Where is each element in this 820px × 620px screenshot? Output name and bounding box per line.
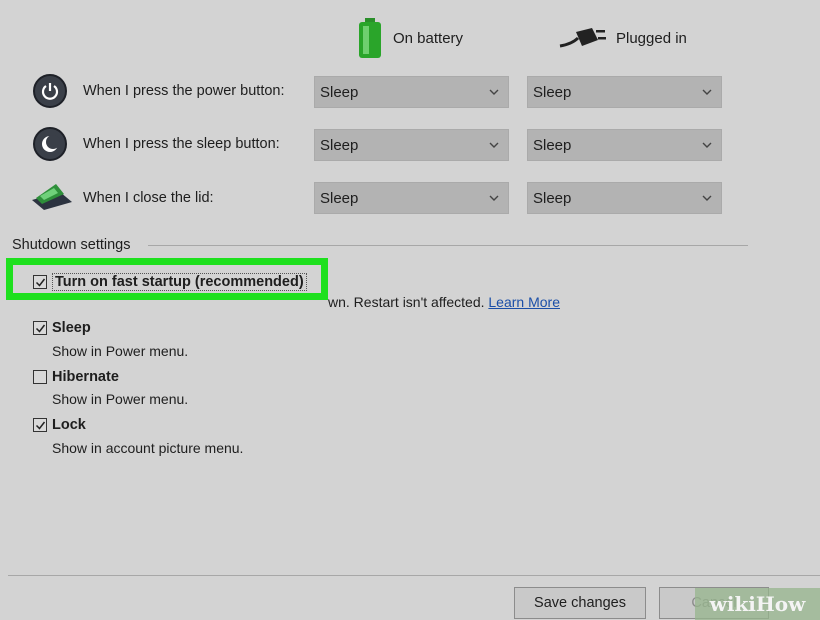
hibernate-label: Hibernate	[52, 369, 119, 385]
chevron-down-icon	[702, 195, 712, 201]
power-button-battery-select[interactable]: Sleep	[314, 76, 509, 108]
hibernate-option[interactable]: Hibernate	[33, 369, 119, 385]
fast-startup-desc-text: wn. Restart isn't affected.	[328, 294, 485, 310]
select-value: Sleep	[320, 136, 359, 154]
chevron-down-icon	[489, 142, 499, 148]
power-button-icon	[33, 74, 67, 108]
close-lid-label: When I close the lid:	[83, 190, 214, 206]
chevron-down-icon	[702, 142, 712, 148]
close-lid-battery-select[interactable]: Sleep	[314, 182, 509, 214]
shutdown-settings-heading: Shutdown settings	[12, 237, 131, 253]
select-value: Sleep	[320, 189, 359, 207]
plugged-in-header: Plugged in	[558, 26, 687, 50]
select-value: Sleep	[320, 83, 359, 101]
plugged-in-label: Plugged in	[616, 29, 687, 47]
hibernate-checkbox[interactable]	[33, 370, 47, 384]
lock-description: Show in account picture menu.	[52, 440, 244, 456]
on-battery-header: On battery	[357, 18, 463, 58]
lock-label: Lock	[52, 417, 86, 433]
sleep-button-plugged-select[interactable]: Sleep	[527, 129, 722, 161]
fast-startup-description: wn. Restart isn't affected. Learn More	[328, 294, 560, 310]
on-battery-label: On battery	[393, 29, 464, 47]
footer-divider	[8, 575, 820, 576]
select-value: Sleep	[533, 189, 572, 207]
select-value: Sleep	[533, 83, 572, 101]
sleep-label: Sleep	[52, 320, 91, 336]
chevron-down-icon	[702, 89, 712, 95]
checkmark-icon	[35, 421, 45, 430]
sleep-button-icon	[33, 127, 67, 161]
checkmark-icon	[35, 278, 45, 287]
sleep-description: Show in Power menu.	[52, 343, 189, 359]
sleep-button-label: When I press the sleep button:	[83, 136, 280, 152]
fast-startup-option[interactable]: Turn on fast startup (recommended)	[33, 273, 307, 291]
power-button-label: When I press the power button:	[83, 83, 285, 99]
sleep-option[interactable]: Sleep	[33, 320, 91, 336]
section-divider	[148, 245, 748, 246]
checkmark-icon	[35, 324, 45, 333]
fast-startup-checkbox[interactable]	[33, 275, 47, 289]
learn-more-link[interactable]: Learn More	[488, 294, 560, 310]
chevron-down-icon	[489, 89, 499, 95]
save-changes-button[interactable]: Save changes	[514, 587, 646, 619]
sleep-button-battery-select[interactable]: Sleep	[314, 129, 509, 161]
lock-checkbox[interactable]	[33, 418, 47, 432]
power-button-plugged-select[interactable]: Sleep	[527, 76, 722, 108]
fast-startup-label: Turn on fast startup (recommended)	[52, 273, 307, 291]
select-value: Sleep	[533, 136, 572, 154]
hibernate-description: Show in Power menu.	[52, 391, 189, 407]
close-lid-plugged-select[interactable]: Sleep	[527, 182, 722, 214]
laptop-lid-icon	[32, 184, 72, 210]
sleep-checkbox[interactable]	[33, 321, 47, 335]
chevron-down-icon	[489, 195, 499, 201]
wikihow-watermark: wikiHow	[695, 588, 820, 620]
watermark-logo-text: wikiHow	[709, 592, 806, 616]
lock-option[interactable]: Lock	[33, 417, 86, 433]
battery-icon	[359, 18, 381, 58]
power-plug-icon	[559, 28, 606, 48]
